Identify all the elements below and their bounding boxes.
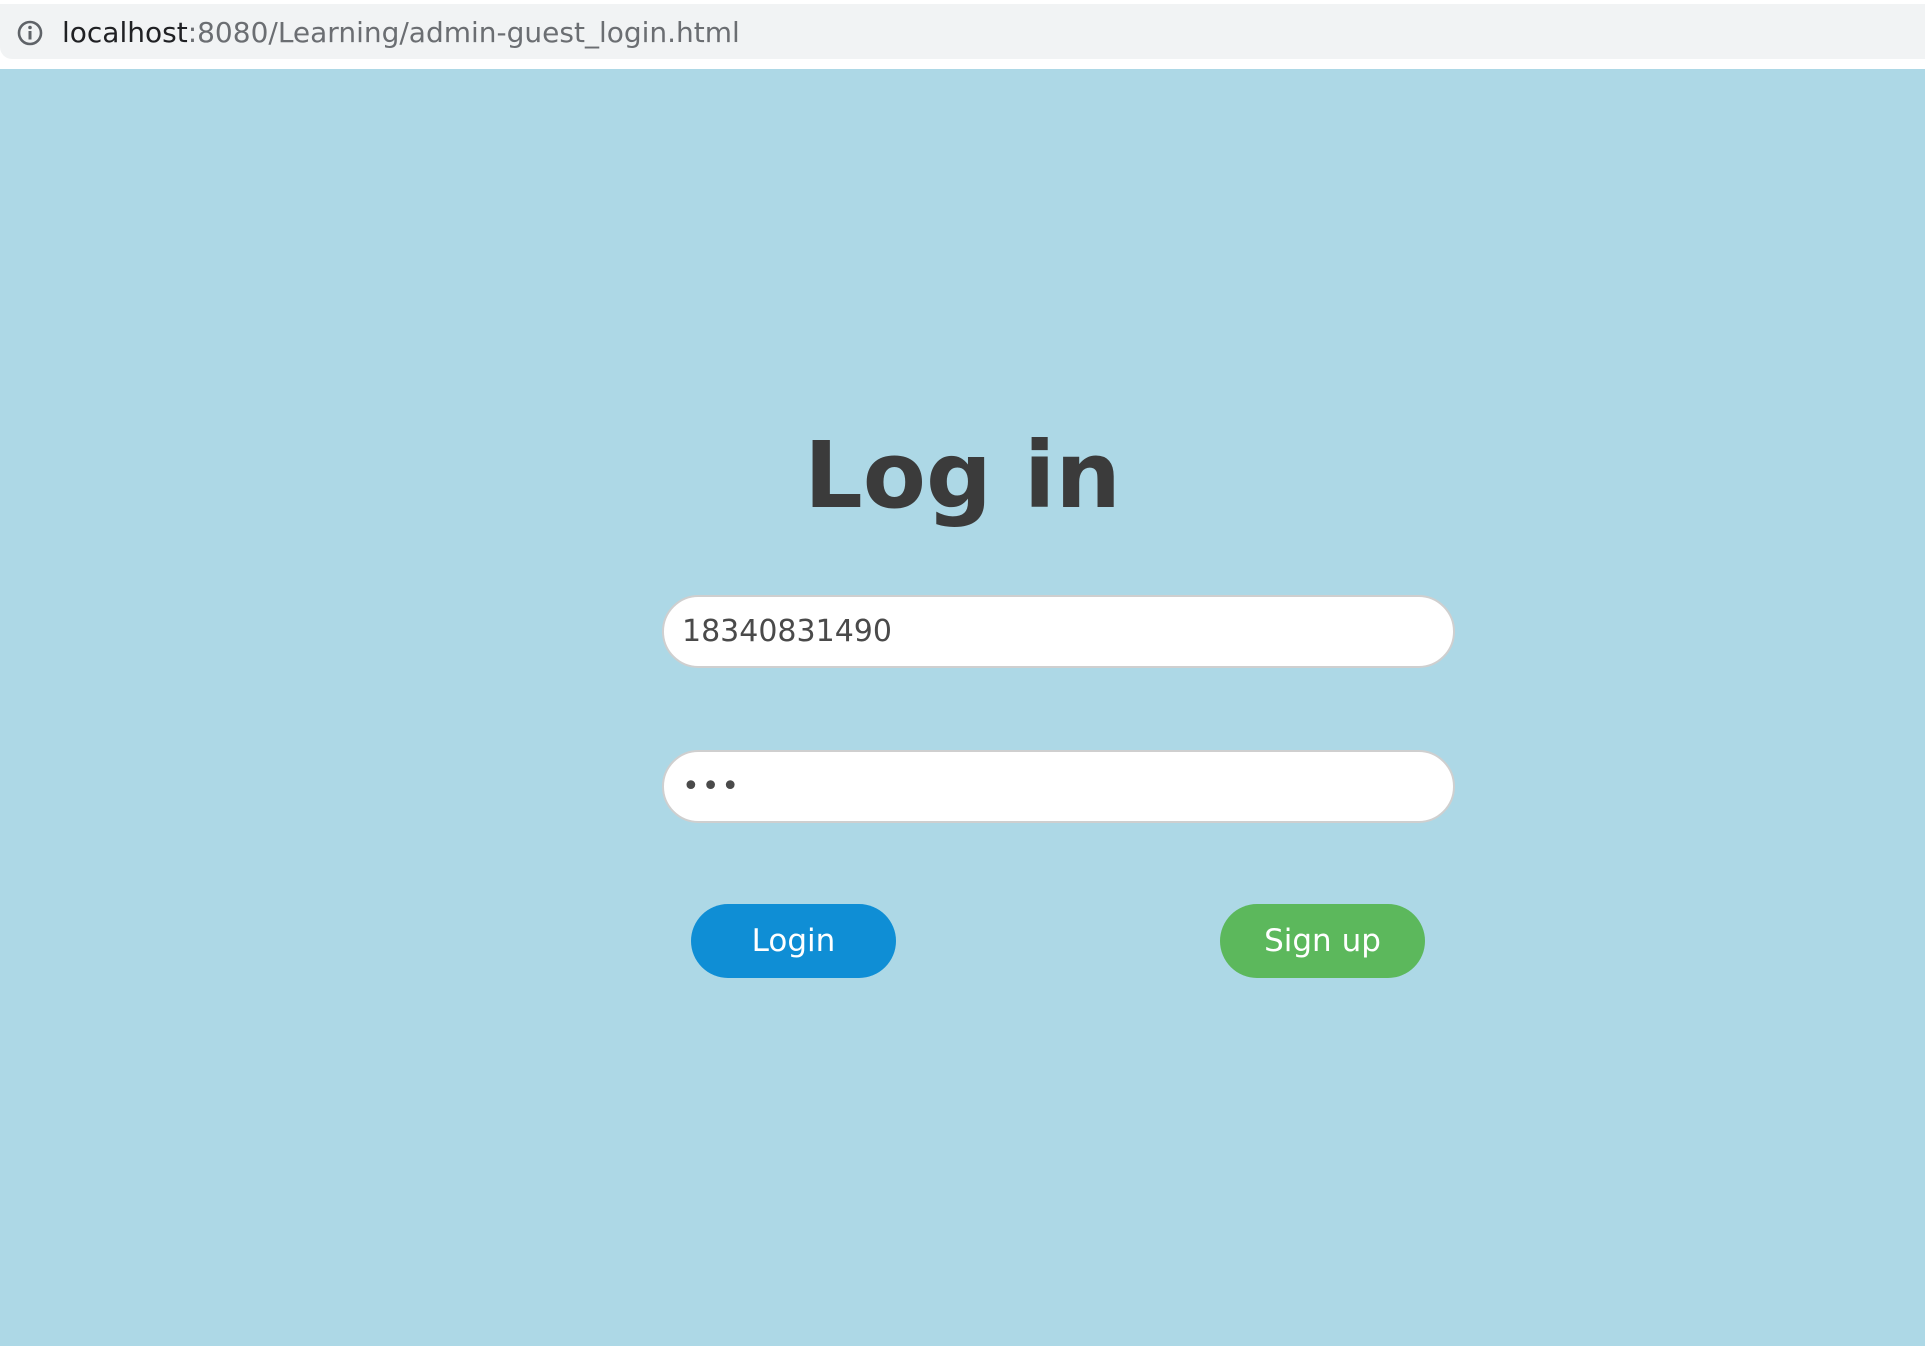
username-input[interactable] (662, 595, 1455, 668)
password-input[interactable] (662, 750, 1455, 823)
url-text[interactable]: localhost:8080/Learning/admin-guest_logi… (62, 16, 740, 50)
url-path: :8080/Learning/admin-guest_login.html (187, 16, 740, 49)
url-host: localhost (62, 16, 188, 49)
address-bar[interactable]: localhost:8080/Learning/admin-guest_logi… (0, 4, 1925, 59)
login-button[interactable]: Login (691, 904, 896, 978)
login-page: Log in (0, 69, 1925, 1346)
info-icon[interactable] (15, 18, 45, 48)
signup-button[interactable]: Sign up (1220, 904, 1425, 978)
page-title: Log in (804, 422, 1121, 529)
